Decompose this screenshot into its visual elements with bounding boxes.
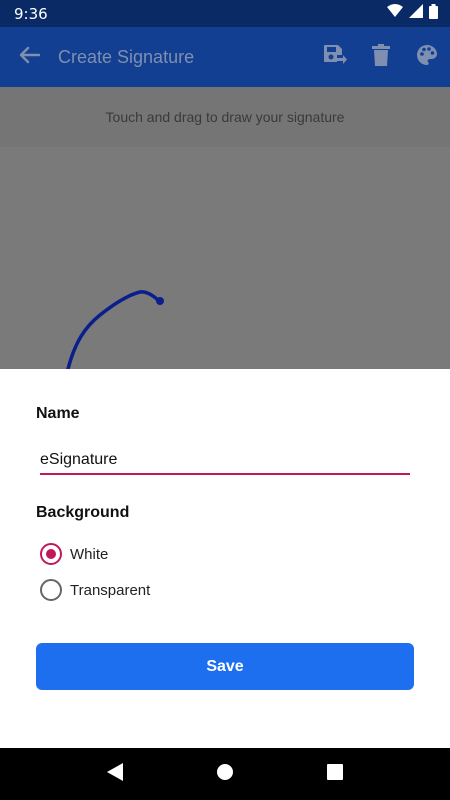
radio-checked-icon	[40, 543, 62, 565]
app-bar: Create Signature	[0, 27, 450, 87]
status-time: 9:36	[14, 4, 48, 23]
color-button[interactable]	[404, 27, 450, 87]
signature-canvas[interactable]	[0, 147, 450, 369]
instruction-strip: Touch and drag to draw your signature	[0, 87, 450, 147]
instruction-text: Touch and drag to draw your signature	[105, 109, 345, 125]
radio-unchecked-icon	[40, 579, 62, 601]
radio-transparent[interactable]: Transparent	[40, 578, 150, 602]
back-button[interactable]	[0, 27, 58, 87]
nav-recents-button[interactable]	[315, 754, 355, 794]
triangle-back-icon	[107, 762, 123, 786]
radio-white[interactable]: White	[40, 542, 108, 566]
trash-icon	[372, 43, 390, 71]
arrow-left-icon	[18, 46, 41, 69]
signature-options-sheet: Name Background White Transparent Save	[0, 369, 450, 748]
nav-home-button[interactable]	[205, 754, 245, 794]
save-arrow-icon	[323, 44, 347, 71]
battery-icon	[429, 3, 438, 24]
system-nav-bar	[0, 748, 450, 800]
page-title: Create Signature	[58, 46, 195, 67]
radio-label-transparent: Transparent	[70, 581, 151, 599]
signal-icon	[409, 4, 423, 23]
status-bar: 9:36	[0, 0, 450, 27]
square-recents-icon	[327, 763, 343, 785]
save-button[interactable]: Save	[36, 643, 414, 690]
palette-icon	[416, 44, 438, 71]
background-label: Background	[36, 504, 130, 521]
nav-back-button[interactable]	[95, 754, 135, 794]
save-as-button[interactable]	[312, 27, 358, 87]
wifi-icon	[387, 4, 403, 23]
name-input[interactable]	[40, 447, 410, 475]
signature-stroke	[66, 290, 164, 369]
status-icons	[387, 3, 438, 24]
circle-home-icon	[217, 763, 233, 785]
radio-label-white: White	[70, 545, 109, 563]
name-label: Name	[36, 405, 80, 422]
delete-button[interactable]	[358, 27, 404, 87]
